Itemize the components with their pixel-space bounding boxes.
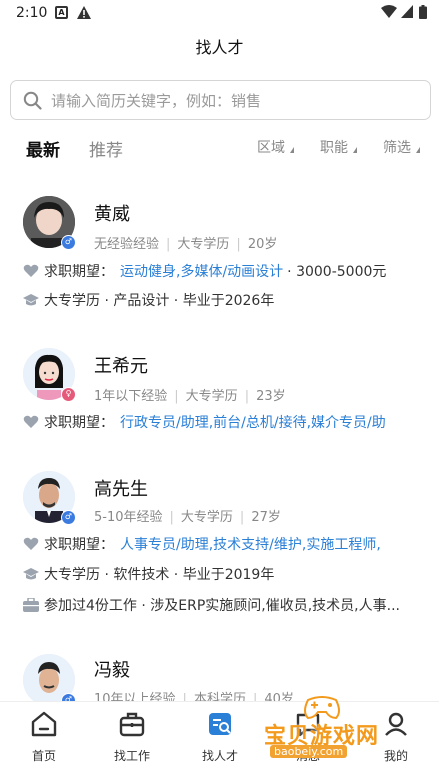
- briefcase-small-icon: [23, 598, 39, 612]
- candidate-meta: 5-10年经验 | 大专学历 | 27岁: [94, 510, 281, 525]
- warning-icon: [77, 6, 91, 19]
- tab-bar: 最新 推荐 区域 职能 筛选: [0, 132, 439, 164]
- candidate-age: 20岁: [247, 237, 278, 252]
- candidate-age: 27岁: [251, 510, 281, 525]
- tab-recommended[interactable]: 推荐: [89, 136, 123, 161]
- heart-icon: [23, 415, 39, 428]
- search-people-icon: [209, 713, 231, 735]
- candidate-name: 黄威: [94, 204, 130, 225]
- status-time: 2:10: [16, 5, 48, 21]
- nav-find-talent-label: 找人才: [201, 749, 238, 763]
- candidate-experience: 无经验经验: [94, 237, 160, 252]
- expect-jobs: 运动健身,多媒体/动画设计: [120, 264, 284, 280]
- watermark: 宝贝游戏网 baobeiy.com: [258, 694, 386, 764]
- job-expectation-row: 求职期望： 行政专员/助理,前台/总机/接待,媒介专员/助: [23, 412, 386, 432]
- candidate-name: 冯毅: [94, 660, 130, 681]
- expect-jobs: 人事专员/助理,技术支持/维护,实施工程师,: [120, 537, 381, 553]
- candidate-experience: 1年以下经验: [94, 389, 168, 404]
- filter-function[interactable]: 职能: [320, 137, 357, 157]
- heart-icon: [23, 537, 39, 550]
- heart-icon: [23, 264, 39, 277]
- dropdown-triangle-icon: [416, 147, 420, 153]
- gender-male-icon: ♂: [61, 510, 76, 525]
- tab-latest[interactable]: 最新: [26, 136, 60, 161]
- expect-label: 求职期望：: [44, 415, 114, 431]
- nav-home-label: 首页: [31, 749, 56, 763]
- profile-icon: [385, 712, 407, 736]
- candidate-meta: 无经验经验 | 大专学历 | 20岁: [94, 237, 278, 252]
- page-title: 找人才: [195, 38, 244, 57]
- job-expectation-row: 求职期望： 运动健身,多媒体/动画设计 · 3000-5000元: [23, 261, 386, 281]
- battery-icon: [419, 5, 427, 19]
- education-line: 大专学历 · 软件技术 · 毕业于2019年: [44, 567, 275, 583]
- filter-function-label: 职能: [320, 140, 348, 156]
- candidate-card[interactable]: ♂ 高先生 5-10年经验 | 大专学历 | 27岁 求职期望： 人事专员/助理,技术支持…: [0, 471, 439, 621]
- nav-find-talent[interactable]: 找人才: [185, 710, 255, 764]
- education-line: 大专学历 · 产品设计 · 毕业于2026年: [44, 293, 275, 309]
- candidate-name: 王希元: [94, 356, 148, 377]
- graduation-cap-icon: [23, 294, 39, 306]
- job-expectation-row: 求职期望： 人事专员/助理,技术支持/维护,实施工程师,: [23, 534, 381, 554]
- dropdown-triangle-icon: [353, 147, 357, 153]
- expect-label: 求职期望：: [44, 537, 114, 553]
- nav-find-job[interactable]: 找工作: [97, 710, 167, 764]
- wifi-icon: [381, 5, 397, 18]
- notification-a-icon: A: [55, 6, 68, 19]
- expect-label: 求职期望：: [44, 264, 114, 280]
- candidate-education: 大专学历: [180, 510, 233, 525]
- graduation-cap-icon: [23, 568, 39, 580]
- candidate-name: 高先生: [94, 479, 148, 500]
- status-bar: 2:10 A: [0, 0, 439, 26]
- gamepad-icon: [304, 696, 340, 720]
- signal-icon: [401, 5, 413, 18]
- filter-more[interactable]: 筛选: [383, 137, 420, 157]
- gender-female-icon: ♀: [61, 387, 76, 402]
- briefcase-icon: [119, 712, 145, 737]
- gender-male-icon: ♂: [61, 235, 76, 250]
- page-header: 找人才: [0, 34, 439, 64]
- education-row: 大专学历 · 软件技术 · 毕业于2019年: [23, 564, 274, 584]
- candidate-experience: 5-10年经验: [94, 510, 163, 525]
- home-icon: [31, 711, 57, 737]
- filter-region[interactable]: 区域: [257, 137, 294, 157]
- expect-salary: · 3000-5000元: [287, 264, 387, 280]
- education-row: 大专学历 · 产品设计 · 毕业于2026年: [23, 290, 274, 310]
- candidate-age: 23岁: [256, 389, 286, 404]
- filter-more-label: 筛选: [383, 140, 411, 156]
- candidate-card[interactable]: ♀ 王希元 1年以下经验 | 大专学历 | 23岁 求职期望： 行政专员/助理,前台/总机…: [0, 348, 439, 448]
- candidate-card[interactable]: ♂ 黄威 无经验经验 | 大专学历 | 20岁 求职期望： 运动健身,多媒体/动画设计 · …: [0, 196, 439, 326]
- dropdown-triangle-icon: [290, 147, 294, 153]
- watermark-url: baobeiy.com: [270, 745, 348, 758]
- filter-region-label: 区域: [257, 140, 285, 156]
- candidate-education: 大专学历: [177, 237, 230, 252]
- search-bar[interactable]: [10, 80, 431, 120]
- candidate-meta: 1年以下经验 | 大专学历 | 23岁: [94, 389, 286, 404]
- expect-jobs: 行政专员/助理,前台/总机/接待,媒介专员/助: [120, 415, 386, 431]
- candidate-education: 大专学历: [185, 389, 238, 404]
- nav-find-job-label: 找工作: [113, 749, 150, 763]
- search-icon: [23, 91, 42, 110]
- work-history-line: 参加过4份工作 · 涉及ERP实施顾问,催收员,技术员,人事...: [44, 598, 400, 614]
- work-history-row: 参加过4份工作 · 涉及ERP实施顾问,催收员,技术员,人事...: [23, 595, 400, 615]
- nav-home[interactable]: 首页: [9, 710, 79, 764]
- search-input[interactable]: [51, 89, 411, 113]
